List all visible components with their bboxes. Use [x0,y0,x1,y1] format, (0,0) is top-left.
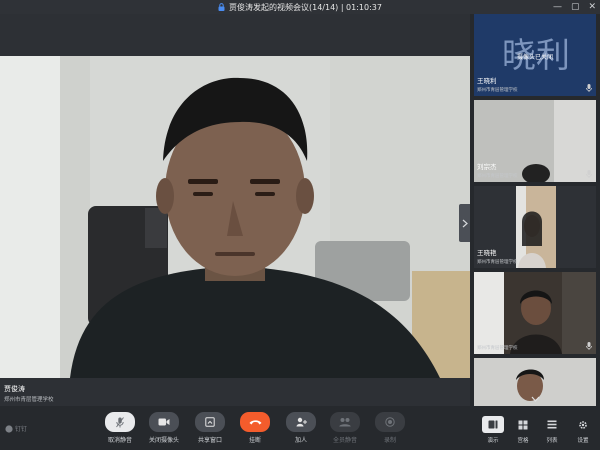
camera-off-label: 关闭摄像头 [148,437,179,444]
presenter-org: 郑州市青层管理学校 [4,397,54,403]
unmute-button[interactable] [105,412,135,432]
mic-muted-icon [116,416,124,427]
participant-org: 郑州市青层管理学校 [477,88,518,93]
participant-video [474,272,596,354]
hangup-phone-icon [249,420,261,425]
main-stage: 贾俊涛 郑州市青层管理学校 [0,14,470,406]
share-window-button[interactable] [195,412,225,432]
participant-tile[interactable]: 郑州市青层管理学校 [474,272,596,354]
add-person-label: 加人 [294,437,307,444]
view-speaker-button[interactable] [482,416,504,433]
presenter-video [0,56,470,378]
share-screen-icon [205,417,215,427]
chevron-right-icon [462,219,468,227]
participant-org: 郑州市青层管理学校 [477,346,518,351]
record-control: 录制 [368,412,412,444]
title-bar: 贾俊涛发起的视频会议(14/14) | 01:10:37 — ▢ ✕ [0,0,600,14]
collapse-panel-button[interactable] [459,204,470,242]
share-window-label: 共享窗口 [197,437,222,444]
participant-tile[interactable]: 晓利 摄像头已关闭 王晓利 郑州市青层管理学校 [474,14,596,96]
brand-name: 钉钉 [15,426,28,433]
participant-org: 郑州市青层管理学校 [477,174,518,179]
scroll-down-button[interactable] [526,394,544,404]
camera-off-status: 摄像头已关闭 [517,54,554,61]
close-icon[interactable]: ✕ [588,0,596,14]
participant-tile[interactable]: 王晓艳 郑州市青层管理学校 [474,186,596,268]
mute-all-label: 全员静音 [332,437,357,444]
hangup-control: 挂断 [233,412,277,444]
participant-name: 王晓利 [477,77,497,85]
unmute-label: 取消静音 [107,437,132,444]
add-person-control: 加人 [279,412,323,444]
unmute-control: 取消静音 [98,412,142,444]
presenter-video-frame [0,56,470,378]
brand-logo: 钉钉 [5,424,27,433]
gear-icon [579,420,587,429]
view-grid-label: 宫格 [517,438,529,444]
speaker-layout-icon [488,420,498,429]
dingtalk-icon [5,424,13,433]
settings-button[interactable] [572,416,594,433]
view-list-button[interactable] [541,416,563,433]
participants-panel: 晓利 摄像头已关闭 王晓利 郑州市青层管理学校 刘宗杰 郑州市青层管理学校 王晓… [470,14,600,406]
participant-name: 王晓艳 [477,249,497,257]
window-title: 贾俊涛发起的视频会议(14/14) | 01:10:37 [228,2,382,12]
hangup-button[interactable] [240,412,270,432]
presenter-name: 贾俊涛 [4,385,25,393]
lock-icon [218,3,225,11]
participant-tile[interactable]: 刘宗杰 郑州市青层管理学校 [474,100,596,182]
record-icon [385,417,395,427]
video-camera-icon [158,418,170,426]
mute-all-button[interactable] [330,412,360,432]
list-layout-icon [547,420,557,429]
maximize-icon[interactable]: ▢ [571,0,580,14]
camera-off-button[interactable] [149,412,179,432]
view-speaker-label: 演示 [487,438,499,444]
record-label: 录制 [383,437,396,444]
camera-control: 关闭摄像头 [142,412,186,444]
mic-icon [586,84,592,92]
settings-label: 设置 [577,438,589,444]
view-list-label: 列表 [546,438,558,444]
mic-icon [586,342,592,350]
mute-all-control: 全员静音 [323,412,367,444]
window-controls: — ▢ ✕ [553,0,596,14]
record-button[interactable] [375,412,405,432]
participant-name: 刘宗杰 [477,163,497,171]
participant-org: 郑州市青层管理学校 [477,260,518,265]
grid-layout-icon [518,420,528,429]
hangup-label: 挂断 [248,437,261,444]
add-person-icon [296,417,307,427]
chevron-down-icon [531,396,539,402]
minimize-icon[interactable]: — [553,0,562,14]
mic-icon [586,170,592,178]
add-person-button[interactable] [286,412,316,432]
view-grid-button[interactable] [512,416,534,433]
mute-all-icon [339,418,351,427]
share-control: 共享窗口 [188,412,232,444]
bottom-toolbar: 钉钉 取消静音 关闭摄像头 共享窗口 挂断 加人 全员静音 录制 演示 宫格 列… [0,406,600,450]
